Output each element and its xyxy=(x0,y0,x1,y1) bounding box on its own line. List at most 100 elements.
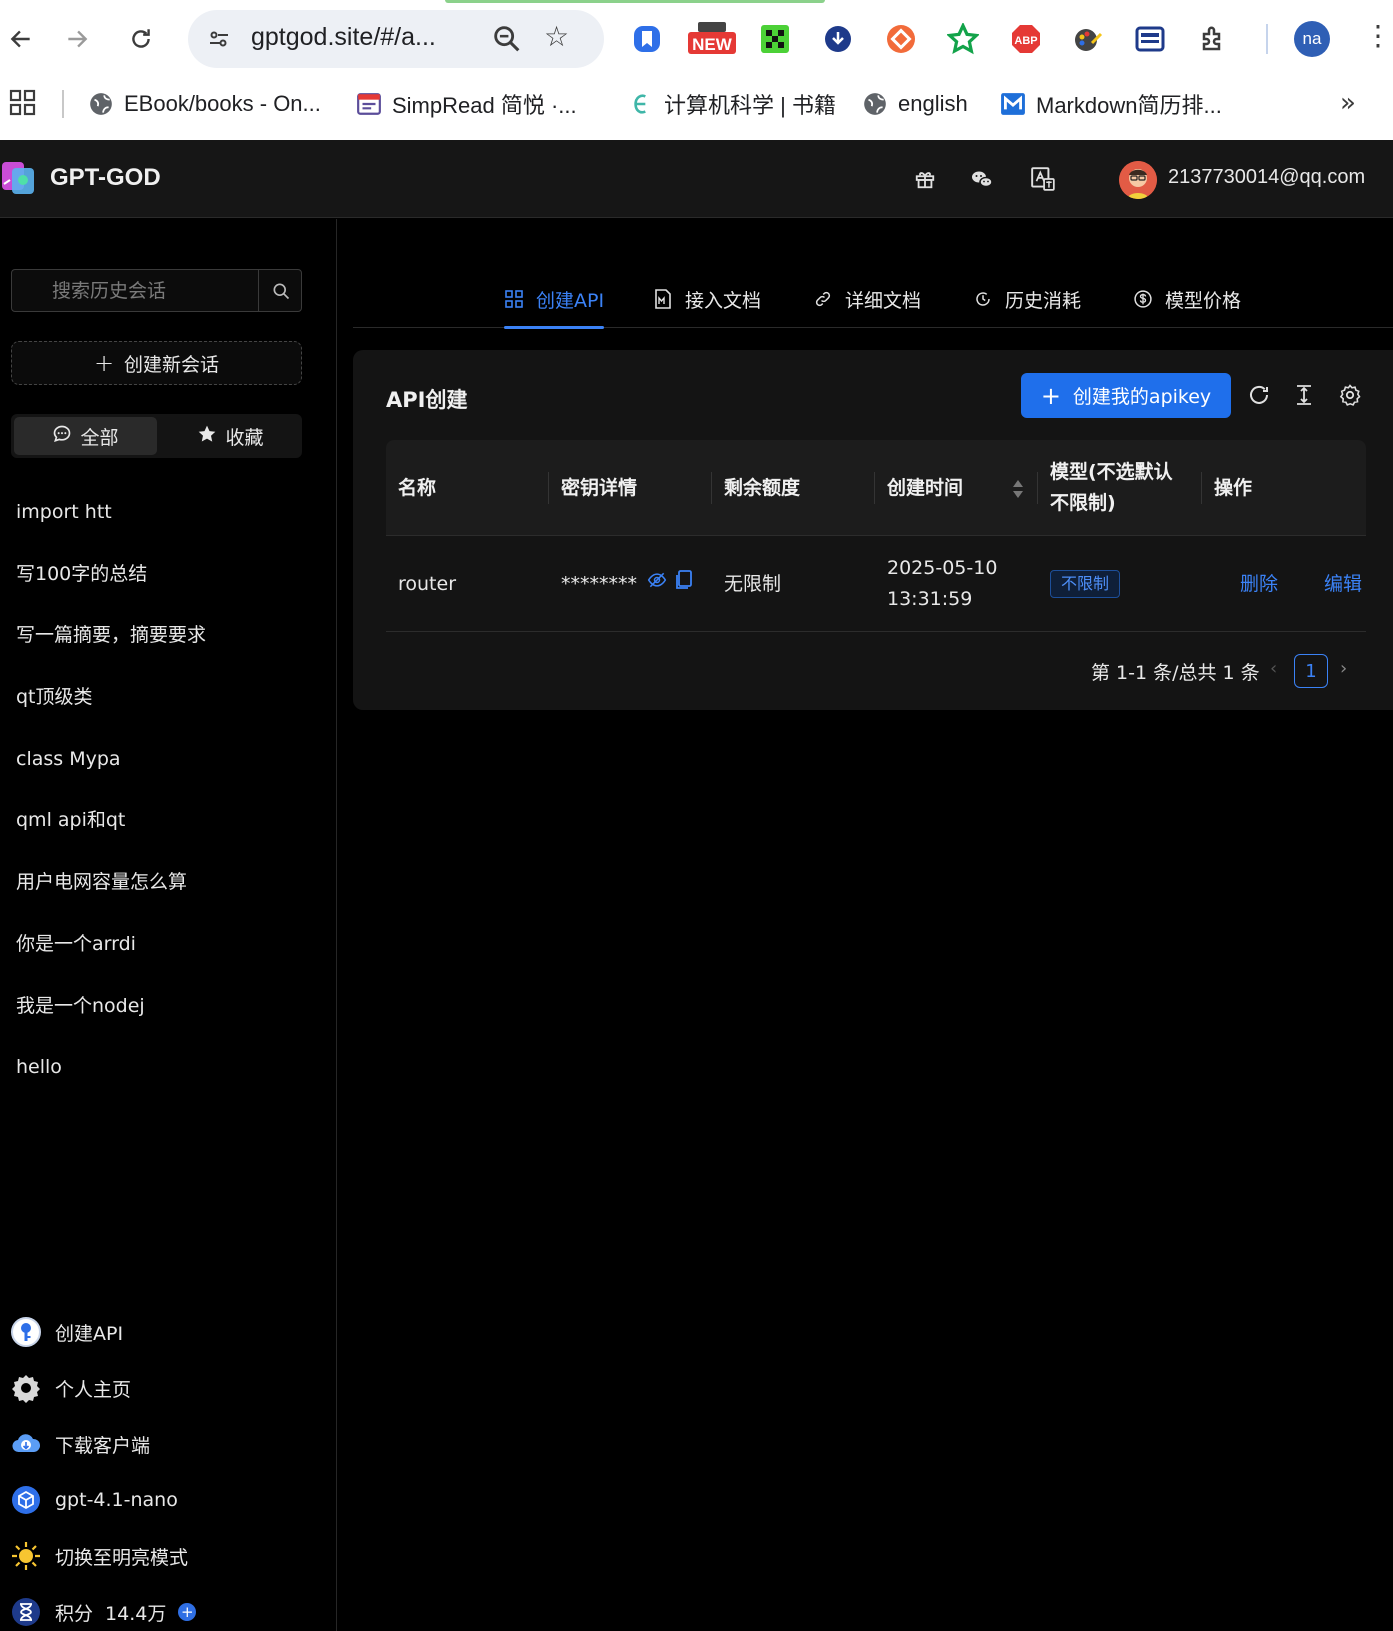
zoom-icon[interactable] xyxy=(490,22,524,56)
bookmark-cs-books[interactable]: 计算机科学 | 书籍 xyxy=(628,88,836,120)
menu-create-api[interactable]: 创建API xyxy=(10,1304,330,1360)
simpread-icon xyxy=(356,91,382,117)
column-model: 模型(不选默认 不限制) xyxy=(1050,440,1200,536)
next-page-icon[interactable]: › xyxy=(1340,658,1347,679)
translate-icon[interactable] xyxy=(1030,166,1056,192)
plus-icon: + xyxy=(1040,381,1061,410)
browser-chrome: gptgod.site/#/a... ☆ NEW ABP na ⋮ EBook/… xyxy=(0,0,1393,140)
masked-key: ******** xyxy=(561,572,637,595)
column-divider xyxy=(874,472,875,504)
download-extension-icon[interactable] xyxy=(819,20,857,58)
address-bar[interactable]: gptgod.site/#/a... ☆ xyxy=(188,10,604,68)
history-item[interactable]: 写100字的总结 xyxy=(16,543,316,605)
grid-extension-icon[interactable] xyxy=(756,20,794,58)
star-extension-icon[interactable] xyxy=(944,20,982,58)
e-logo-icon xyxy=(628,91,654,117)
back-arrow-icon[interactable] xyxy=(0,18,42,60)
globe-icon xyxy=(88,91,114,117)
hourglass-icon xyxy=(10,1596,42,1628)
reader-extension-icon[interactable] xyxy=(1131,20,1169,58)
api-key-table: 名称 密钥详情 剩余额度 创建时间 模型(不选默认 不限制) 操作 router… xyxy=(386,440,1366,688)
bookmark-markdown-resume[interactable]: Markdown简历排... xyxy=(1000,88,1222,120)
history-item[interactable]: qt顶级类 xyxy=(16,666,316,728)
settings-gear-icon[interactable] xyxy=(1335,380,1365,410)
menu-points[interactable]: 积分 14.4万 + xyxy=(10,1584,330,1631)
history-search-input[interactable] xyxy=(12,270,258,311)
reload-icon[interactable] xyxy=(120,18,162,60)
refresh-icon[interactable] xyxy=(1244,380,1274,410)
column-model-line1: 模型(不选默认 xyxy=(1050,461,1173,483)
bookmark-english[interactable]: english xyxy=(862,88,968,120)
adblock-extension-icon[interactable]: ABP xyxy=(1007,20,1045,58)
gift-icon[interactable] xyxy=(912,166,938,192)
bookmark-star-icon[interactable]: ☆ xyxy=(544,20,569,53)
menu-model[interactable]: gpt-4.1-nano xyxy=(10,1472,330,1528)
column-created[interactable]: 创建时间 xyxy=(887,440,963,536)
history-filter: 全部 收藏 xyxy=(11,414,302,458)
new-chat-label: 创建新会话 xyxy=(124,353,220,376)
column-divider xyxy=(548,472,549,504)
bookmark-ebook[interactable]: EBook/books - On... xyxy=(88,88,321,120)
tab-detail-doc[interactable]: 详细文档 xyxy=(813,270,921,328)
user-email[interactable]: 2137730014@qq.com xyxy=(1168,166,1365,189)
browser-menu-icon[interactable]: ⋮ xyxy=(1364,22,1392,50)
bookmark-extension-icon[interactable] xyxy=(628,20,666,58)
extensions-puzzle-icon[interactable] xyxy=(1195,20,1233,58)
create-apikey-button[interactable]: + 创建我的apikey xyxy=(1021,373,1231,418)
orange-extension-icon[interactable] xyxy=(882,20,920,58)
filter-favorites[interactable]: 收藏 xyxy=(159,417,302,455)
delete-link[interactable]: 删除 xyxy=(1240,536,1278,632)
filter-all[interactable]: 全部 xyxy=(14,417,157,455)
browser-toolbar: gptgod.site/#/a... ☆ NEW ABP na ⋮ xyxy=(0,0,1393,78)
address-url[interactable]: gptgod.site/#/a... xyxy=(251,23,436,52)
gear-icon xyxy=(10,1372,42,1404)
profile-avatar[interactable]: na xyxy=(1294,21,1330,57)
menu-profile[interactable]: 个人主页 xyxy=(10,1360,330,1416)
paint-extension-icon[interactable] xyxy=(1069,20,1107,58)
tab-create-api[interactable]: 创建API xyxy=(504,270,605,329)
search-icon[interactable] xyxy=(258,270,302,311)
column-height-icon[interactable] xyxy=(1289,380,1319,410)
toolbar-divider xyxy=(1266,24,1268,54)
page-number[interactable]: 1 xyxy=(1294,654,1328,688)
forward-arrow-icon[interactable] xyxy=(56,18,98,60)
apps-grid-icon[interactable] xyxy=(8,88,38,118)
tab-model-price[interactable]: 模型价格 xyxy=(1133,270,1241,328)
menu-download[interactable]: 下载客户端 xyxy=(10,1416,330,1472)
more-bookmarks-icon[interactable]: » xyxy=(1340,88,1356,118)
menu-model-label: gpt-4.1-nano xyxy=(55,1489,178,1511)
menu-theme-toggle[interactable]: 切换至明亮模式 xyxy=(10,1528,330,1584)
eye-invisible-icon[interactable] xyxy=(647,569,667,600)
user-avatar[interactable] xyxy=(1119,161,1157,199)
sort-caret-icon[interactable] xyxy=(1012,478,1024,500)
column-divider xyxy=(711,472,712,504)
column-divider xyxy=(1037,472,1038,504)
history-item[interactable]: class Mypa xyxy=(16,728,316,790)
tab-history-usage[interactable]: 历史消耗 xyxy=(973,270,1081,328)
history-item[interactable]: 写一篇摘要，摘要要求 xyxy=(16,604,316,666)
new-chat-button[interactable]: + 创建新会话 xyxy=(11,341,302,385)
prev-page-icon[interactable]: ‹ xyxy=(1270,658,1277,679)
history-item[interactable]: hello xyxy=(16,1036,316,1098)
bookmark-label: Markdown简历排... xyxy=(1036,93,1222,118)
wechat-icon[interactable] xyxy=(969,166,995,192)
copy-icon[interactable] xyxy=(675,569,693,600)
add-points-icon[interactable]: + xyxy=(178,1603,197,1621)
menu-download-label: 下载客户端 xyxy=(55,1434,151,1457)
history-clock-icon xyxy=(973,289,993,309)
tab-access-doc[interactable]: 接入文档 xyxy=(653,270,761,328)
edit-link[interactable]: 编辑 xyxy=(1324,536,1362,632)
history-item[interactable]: qml api和qt xyxy=(16,789,316,851)
history-item[interactable]: 我是一个nodej xyxy=(16,975,316,1037)
history-item[interactable]: 你是一个arrdi xyxy=(16,913,316,975)
gpt-god-logo-icon[interactable] xyxy=(0,158,40,198)
new-extension-icon[interactable]: NEW xyxy=(686,20,738,58)
brand-name[interactable]: GPT-GOD xyxy=(50,164,161,192)
bookmark-simpread[interactable]: SimpRead 简悦 ·... xyxy=(356,88,577,120)
bookmarks-bar: EBook/books - On... SimpRead 简悦 ·... 计算机… xyxy=(0,78,1393,140)
history-item[interactable]: import htt xyxy=(16,481,316,543)
cube-icon xyxy=(10,1484,42,1516)
history-item[interactable]: 用户电网容量怎么算 xyxy=(16,851,316,913)
abp-badge-text: ABP xyxy=(1014,35,1037,47)
site-settings-icon[interactable] xyxy=(204,24,234,54)
